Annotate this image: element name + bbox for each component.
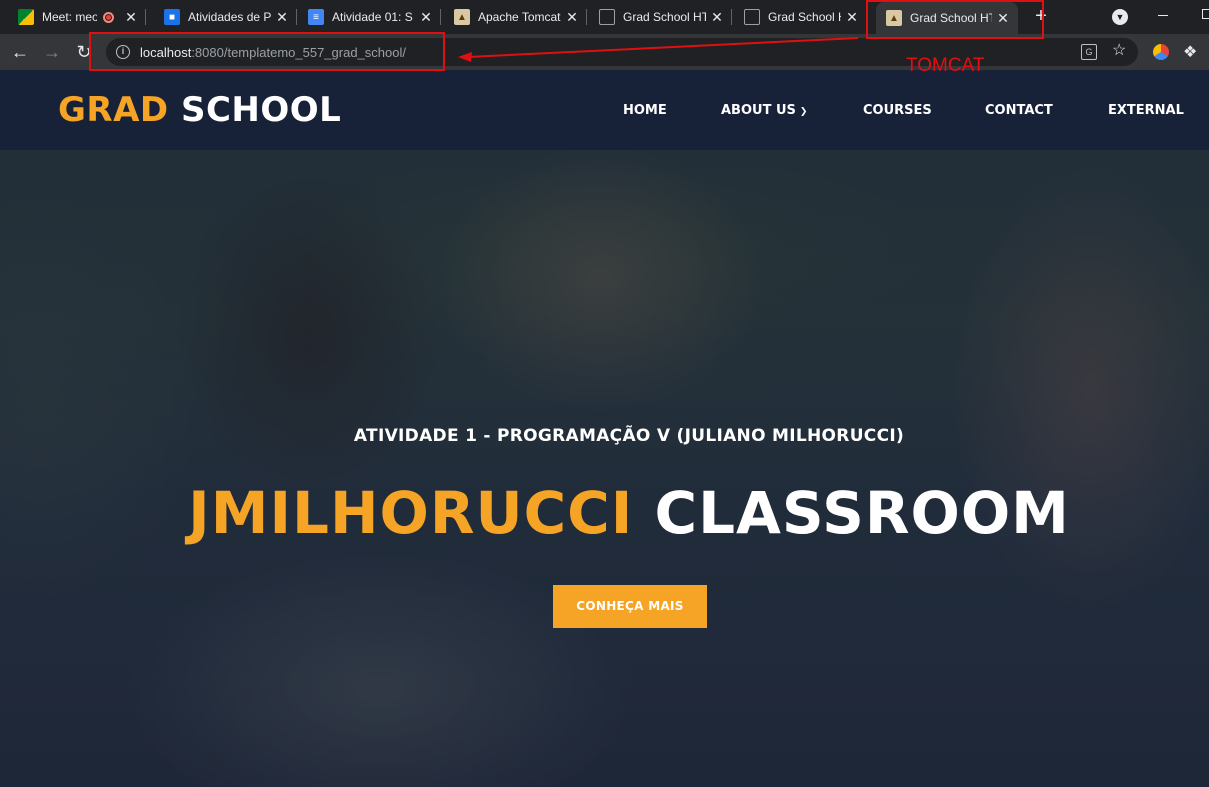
docs-icon: ≡ xyxy=(308,9,324,25)
tab-atividade-01[interactable]: ≡ Atividade 01: S ✕ xyxy=(298,4,441,30)
highlight-box-url xyxy=(89,32,445,71)
logo-rest: SCHOOL xyxy=(180,90,342,130)
nav-about-us[interactable]: ABOUT US ❯ xyxy=(721,103,807,118)
tab-apache-tomcat[interactable]: ▲ Apache Tomcat ✕ xyxy=(444,4,587,30)
close-icon[interactable]: ✕ xyxy=(565,10,579,24)
nav-courses[interactable]: COURSES xyxy=(863,103,932,118)
nav-contact[interactable]: CONTACT xyxy=(985,103,1053,118)
hero-subtitle: ATIVIDADE 1 - PROGRAMAÇÃO V (JULIANO MIL… xyxy=(353,426,905,446)
back-arrow-icon[interactable]: ← xyxy=(10,42,30,62)
web-page: GRAD SCHOOL HOME ABOUT US ❯ COURSES CONTA… xyxy=(0,70,1209,787)
highlight-box-tab xyxy=(866,0,1044,39)
hero-title-rest: CLASSROOM xyxy=(654,479,1070,547)
tab-meet[interactable]: Meet: meo ✕ xyxy=(8,4,146,30)
meet-icon xyxy=(18,9,34,25)
tab-title: Meet: meo xyxy=(42,10,97,24)
close-icon[interactable]: ✕ xyxy=(124,10,138,24)
forward-arrow-icon[interactable]: → xyxy=(42,42,62,62)
globe-icon xyxy=(744,9,760,25)
close-icon[interactable]: ✕ xyxy=(710,10,724,24)
hero-title-accent: JMILHORUCCI xyxy=(188,479,634,547)
tab-title: Grad School HT xyxy=(768,10,841,24)
translate-icon[interactable]: G xyxy=(1081,44,1097,60)
nav-about-label: ABOUT US xyxy=(721,103,796,118)
site-header: GRAD SCHOOL HOME ABOUT US ❯ COURSES CONTA… xyxy=(0,70,1209,150)
site-logo[interactable]: GRAD SCHOOL xyxy=(58,90,341,130)
tab-separator xyxy=(296,9,297,25)
tab-separator xyxy=(586,9,587,25)
tab-title: Atividade 01: S xyxy=(332,10,413,24)
annotation-label: TOMCAT xyxy=(906,55,985,76)
tab-title: Grad School HT xyxy=(623,10,706,24)
close-icon[interactable]: ✕ xyxy=(275,10,289,24)
bookmark-star-icon[interactable]: ☆ xyxy=(1112,42,1126,60)
tab-separator xyxy=(145,9,146,25)
tab-grad-school-2[interactable]: Grad School HT ✕ xyxy=(734,4,867,30)
tab-separator xyxy=(440,9,441,25)
chevron-down-icon: ❯ xyxy=(799,107,808,117)
hero-title: JMILHORUCCI CLASSROOM xyxy=(0,479,1209,547)
tomcat-icon: ▲ xyxy=(454,9,470,25)
tab-separator xyxy=(731,9,732,25)
close-icon[interactable]: ✕ xyxy=(845,10,859,24)
cta-button[interactable]: CONHEÇA MAIS xyxy=(553,585,707,628)
globe-icon xyxy=(599,9,615,25)
tab-search-icon[interactable]: ▼ xyxy=(1112,9,1128,25)
close-icon[interactable]: ✕ xyxy=(419,10,433,24)
recording-icon xyxy=(103,11,114,23)
tab-title: Atividades de P xyxy=(188,10,271,24)
maximize-icon[interactable] xyxy=(1202,9,1209,19)
extension-icon[interactable] xyxy=(1153,44,1169,60)
extensions-puzzle-icon[interactable]: ❖ xyxy=(1183,42,1197,62)
minimize-icon[interactable] xyxy=(1158,15,1168,16)
classroom-icon: ■ xyxy=(164,9,180,25)
logo-accent: GRAD xyxy=(58,90,169,130)
nav-external[interactable]: EXTERNAL xyxy=(1108,103,1184,118)
tab-atividades[interactable]: ■ Atividades de P ✕ xyxy=(154,4,297,30)
nav-home[interactable]: HOME xyxy=(623,103,667,118)
tab-grad-school-1[interactable]: Grad School HT ✕ xyxy=(589,4,732,30)
tab-title: Apache Tomcat xyxy=(478,10,561,24)
